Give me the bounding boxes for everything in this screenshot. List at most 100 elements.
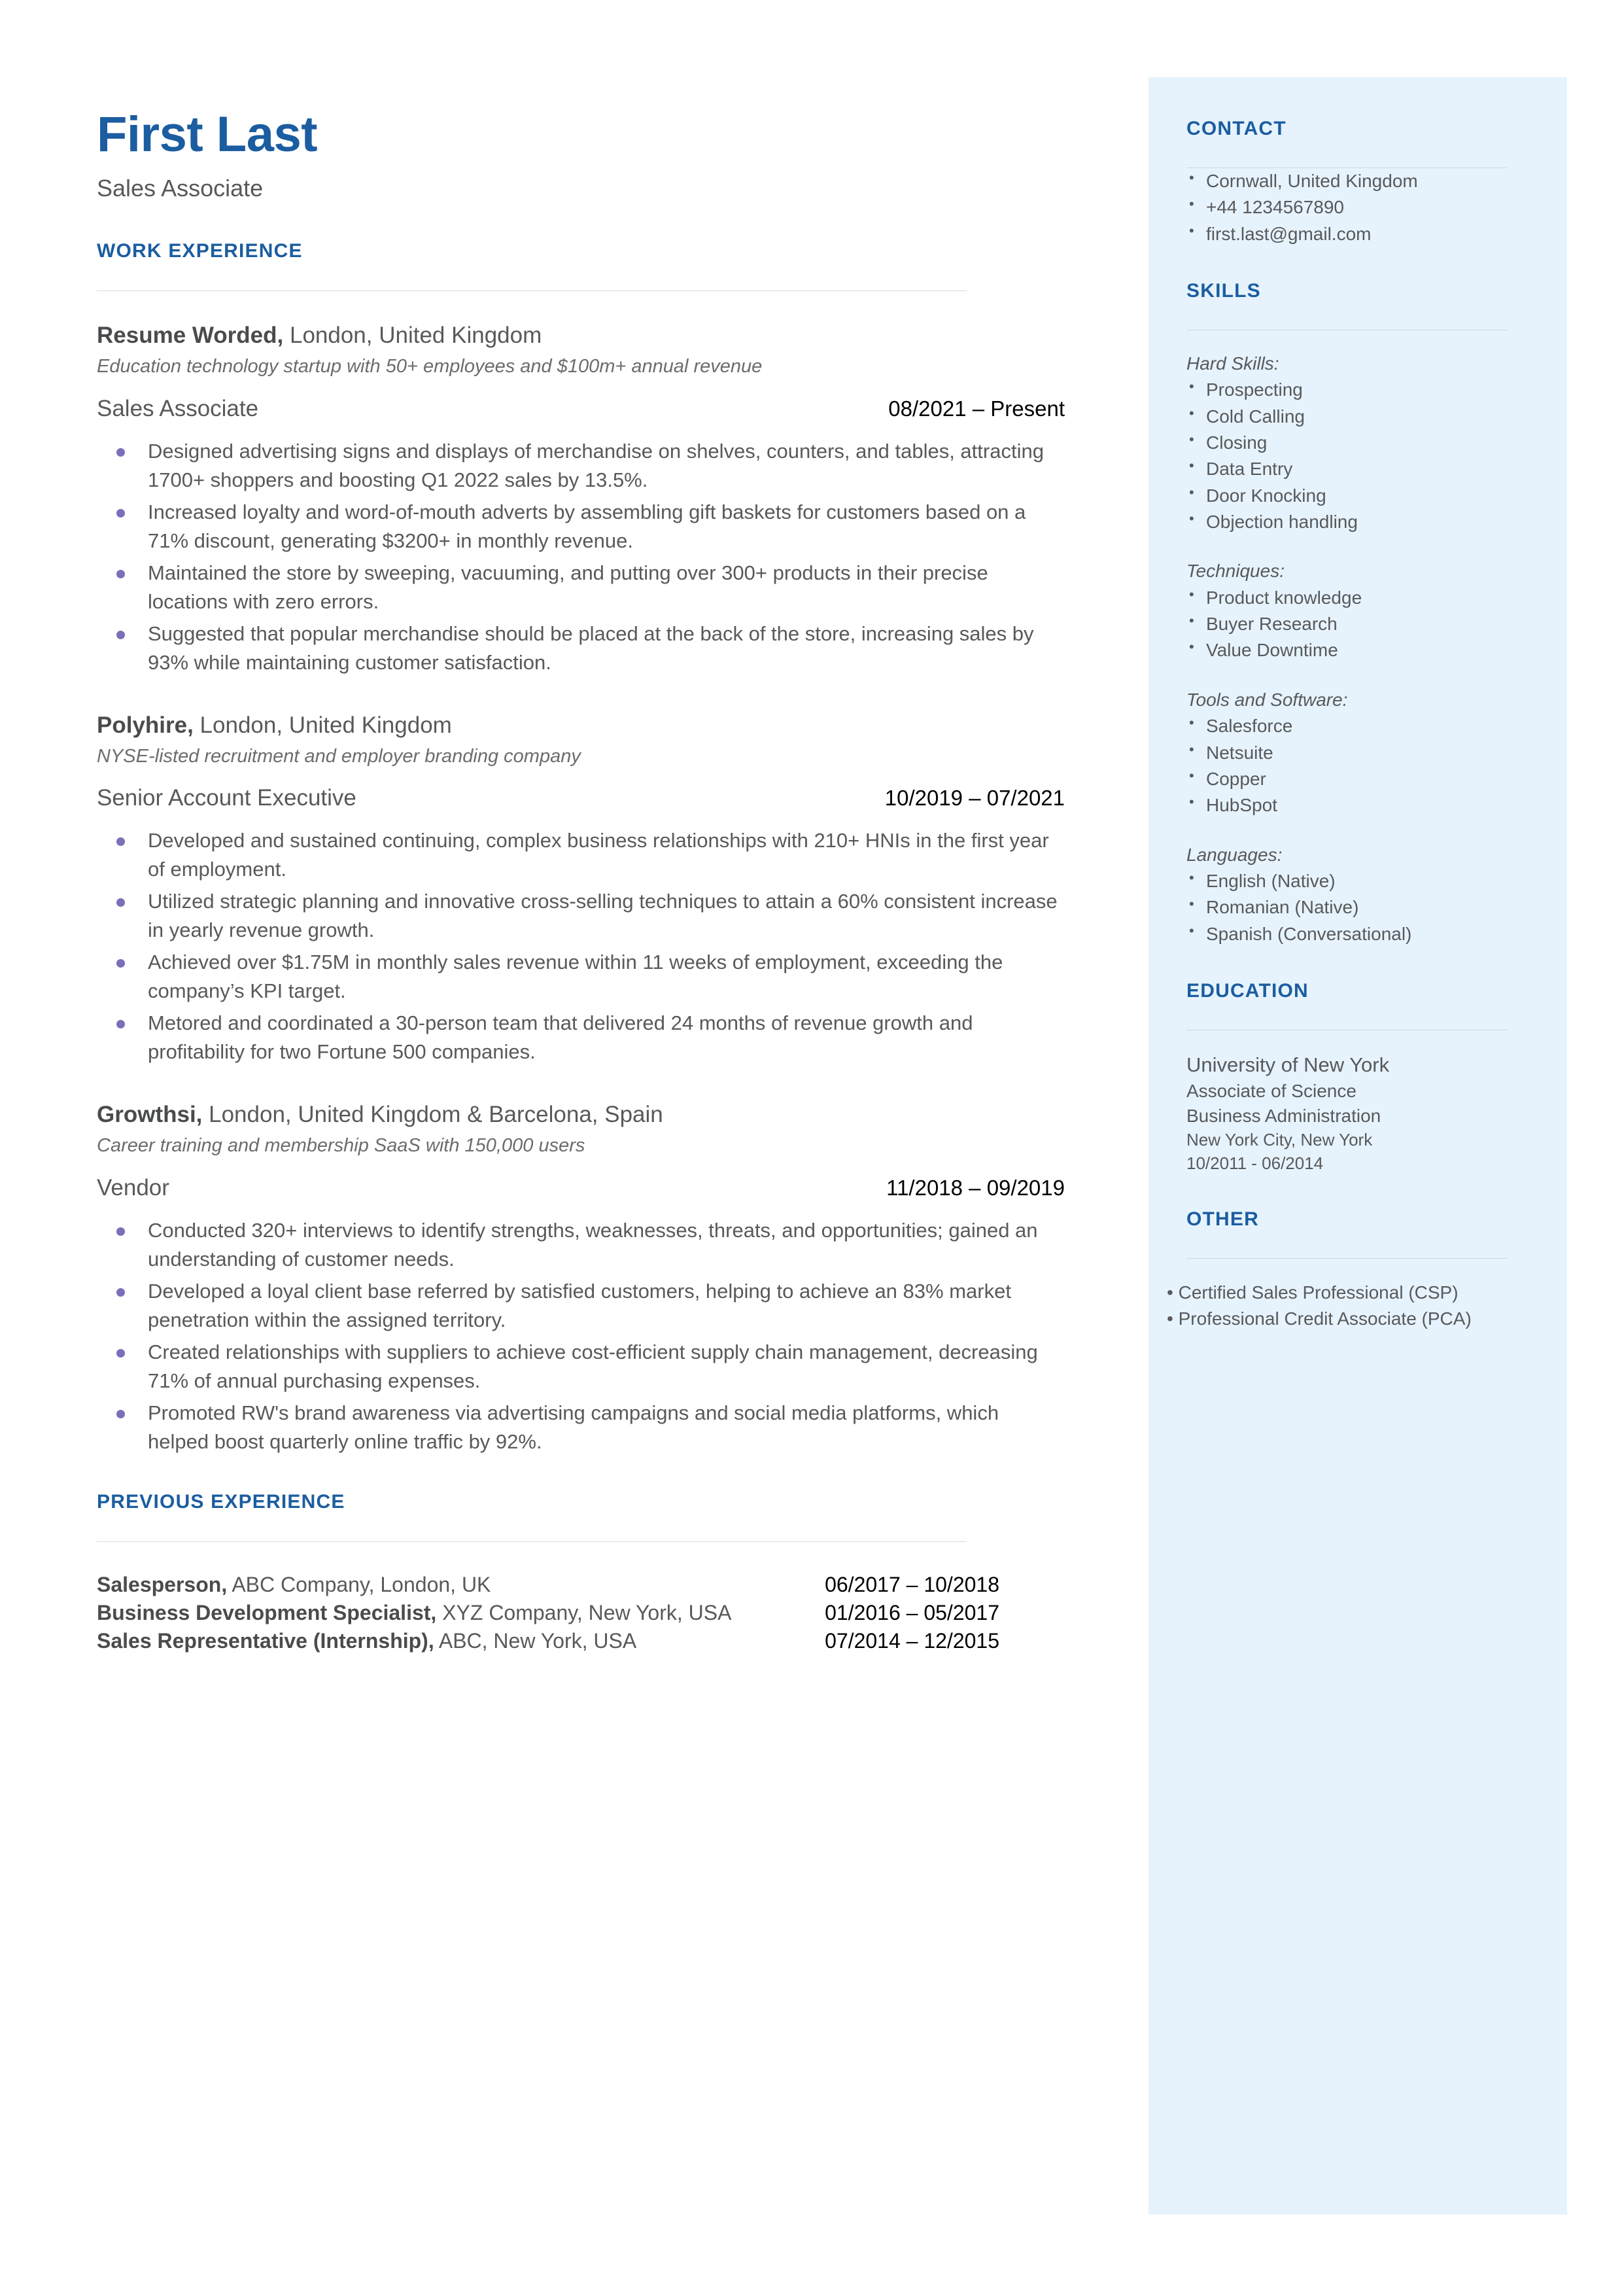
skill-item: Netsuite	[1186, 739, 1527, 766]
job-title-row: Senior Account Executive 10/2019 – 07/202…	[97, 784, 1065, 812]
work-experience-entry: Polyhire, London, United Kingdom NYSE-lis…	[97, 711, 1065, 1067]
job-bullet: Maintained the store by sweeping, vacuum…	[97, 559, 1065, 616]
section-heading-work-experience: WORK EXPERIENCE	[97, 240, 303, 262]
sidebar: CONTACT Cornwall, United Kingdom+44 1234…	[1149, 77, 1567, 2215]
job-company-location: London, United Kingdom	[193, 712, 452, 738]
skill-item: Cold Calling	[1186, 403, 1527, 430]
previous-experience-dates: 07/2014 – 12/2015	[825, 1628, 999, 1653]
previous-experience-role: Sales Representative (Internship), ABC, …	[97, 1627, 636, 1655]
sidebar-divider-other	[1186, 1257, 1507, 1259]
contact-list: Cornwall, United Kingdom+44 1234567890fi…	[1186, 167, 1527, 247]
work-experience-entry: Resume Worded, London, United Kingdom Edu…	[97, 321, 1065, 677]
job-company-description: NYSE-listed recruitment and employer bra…	[97, 745, 581, 767]
previous-experience-table: Salesperson, ABC Company, London, UK 06/2…	[97, 1571, 999, 1655]
previous-experience-role: Salesperson, ABC Company, London, UK	[97, 1571, 491, 1599]
job-bullet-list: Developed and sustained continuing, comp…	[97, 826, 1065, 1066]
section-divider	[97, 290, 967, 292]
job-company-description: Career training and membership SaaS with…	[97, 1135, 585, 1157]
job-bullet-list: Conducted 320+ interviews to identify st…	[97, 1216, 1065, 1456]
headline-role: Sales Associate	[97, 175, 264, 201]
job-dates: 08/2021 – Present	[888, 396, 1065, 421]
skills-list: Hard Skills:ProspectingCold CallingClosi…	[1186, 351, 1527, 947]
education-entry: University of New York Associate of Scie…	[1186, 1051, 1527, 1176]
job-bullet: Conducted 320+ interviews to identify st…	[97, 1216, 1065, 1274]
previous-experience-title: Salesperson,	[97, 1572, 228, 1596]
previous-experience-title: Sales Representative (Internship),	[97, 1628, 434, 1653]
work-experience-list: Resume Worded, London, United Kingdom Edu…	[97, 321, 1065, 1456]
skills-group-list: SalesforceNetsuiteCopperHubSpot	[1186, 712, 1527, 818]
job-company-name: Polyhire,	[97, 712, 194, 738]
skill-item: Door Knocking	[1186, 482, 1527, 509]
skill-item: Buyer Research	[1186, 610, 1527, 637]
sidebar-heading-other: OTHER	[1186, 1208, 1259, 1230]
job-dates: 10/2019 – 07/2021	[884, 786, 1065, 811]
previous-experience-detail: XYZ Company, New York, USA	[436, 1600, 732, 1624]
education-dates: 10/2011 - 06/2014	[1186, 1153, 1324, 1173]
skills-group-list: ProspectingCold CallingClosingData Entry…	[1186, 376, 1527, 535]
sidebar-heading-contact: CONTACT	[1186, 118, 1287, 139]
skill-item: Product knowledge	[1186, 584, 1527, 611]
sidebar-heading-skills: SKILLS	[1186, 279, 1261, 302]
job-title-row: Sales Associate 08/2021 – Present	[97, 395, 1065, 423]
skill-item: Romanian (Native)	[1186, 894, 1527, 920]
previous-experience-row: Salesperson, ABC Company, London, UK 06/2…	[97, 1571, 999, 1599]
job-company-location: London, United Kingdom	[283, 323, 542, 349]
skill-item: Copper	[1186, 765, 1527, 792]
contact-item[interactable]: +44 1234567890	[1186, 194, 1527, 220]
skills-group-label: Techniques:	[1186, 561, 1285, 582]
education-degree: Associate of Science	[1186, 1080, 1356, 1101]
sidebar-heading-education: EDUCATION	[1186, 980, 1309, 1002]
education-school: University of New York	[1186, 1053, 1390, 1076]
skills-group-list: English (Native)Romanian (Native)Spanish…	[1186, 867, 1527, 947]
skills-group-gap	[1186, 664, 1527, 688]
skill-item: English (Native)	[1186, 867, 1527, 894]
previous-experience-detail: ABC, New York, USA	[434, 1628, 637, 1653]
skill-item: Prospecting	[1186, 376, 1527, 403]
job-bullet: Designed advertising signs and displays …	[97, 437, 1065, 495]
skills-group-label: Tools and Software:	[1186, 689, 1348, 710]
job-title-row: Vendor 11/2018 – 09/2019	[97, 1174, 1065, 1202]
other-list: Certified Sales Professional (CSP)Profes…	[1179, 1280, 1527, 1333]
job-title: Vendor	[97, 1174, 169, 1200]
skill-item: Closing	[1186, 429, 1527, 456]
previous-experience-dates: 06/2017 – 10/2018	[825, 1572, 999, 1596]
previous-experience-row: Business Development Specialist, XYZ Com…	[97, 1599, 999, 1627]
job-bullet: Metored and coordinated a 30-person team…	[97, 1009, 1065, 1066]
skill-item: Salesforce	[1186, 712, 1527, 739]
skill-item: Value Downtime	[1186, 637, 1527, 663]
job-bullet: Utilized strategic planning and innovati…	[97, 887, 1065, 945]
other-item: Certified Sales Professional (CSP)	[1179, 1280, 1527, 1306]
job-dates: 11/2018 – 09/2019	[886, 1175, 1065, 1200]
job-bullet: Promoted RW's brand awareness via advert…	[97, 1399, 1065, 1456]
education-field: Business Administration	[1186, 1105, 1381, 1126]
job-bullet-list: Designed advertising signs and displays …	[97, 437, 1065, 677]
skills-group-label: Languages:	[1186, 844, 1283, 865]
education-location: New York City, New York	[1186, 1130, 1373, 1149]
previous-experience-dates: 01/2016 – 05/2017	[825, 1600, 999, 1624]
job-bullet: Suggested that popular merchandise shoul…	[97, 620, 1065, 677]
contact-item[interactable]: Cornwall, United Kingdom	[1186, 167, 1527, 194]
skills-group-gap	[1186, 819, 1527, 843]
job-company-line: Polyhire, London, United Kingdom	[97, 711, 1065, 740]
skill-item: Spanish (Conversational)	[1186, 920, 1527, 947]
skills-group-list: Product knowledgeBuyer ResearchValue Dow…	[1186, 584, 1527, 664]
other-item: Professional Credit Associate (PCA)	[1179, 1306, 1527, 1333]
skill-item: Objection handling	[1186, 508, 1527, 535]
job-bullet: Developed and sustained continuing, comp…	[97, 826, 1065, 884]
job-company-description: Education technology startup with 50+ em…	[97, 355, 763, 377]
job-title: Sales Associate	[97, 395, 259, 421]
main-column: First Last Sales Associate WORK EXPERIEN…	[97, 0, 1065, 1655]
job-company-name: Growthsi,	[97, 1102, 203, 1128]
contact-item[interactable]: first.last@gmail.com	[1186, 220, 1527, 247]
skill-item: Data Entry	[1186, 455, 1527, 482]
job-bullet: Achieved over $1.75M in monthly sales re…	[97, 948, 1065, 1006]
job-bullet: Developed a loyal client base referred b…	[97, 1277, 1065, 1335]
skills-group-gap	[1186, 535, 1527, 559]
work-experience-entry: Growthsi, London, United Kingdom & Barce…	[97, 1100, 1065, 1456]
section-divider-previous	[97, 1541, 967, 1542]
job-company-location: London, United Kingdom & Barcelona, Spai…	[202, 1102, 663, 1128]
skill-item: HubSpot	[1186, 792, 1527, 818]
skills-group-label: Hard Skills:	[1186, 353, 1279, 374]
resume-page: First Last Sales Associate WORK EXPERIEN…	[0, 0, 1624, 2295]
job-bullet: Increased loyalty and word-of-mouth adve…	[97, 498, 1065, 555]
